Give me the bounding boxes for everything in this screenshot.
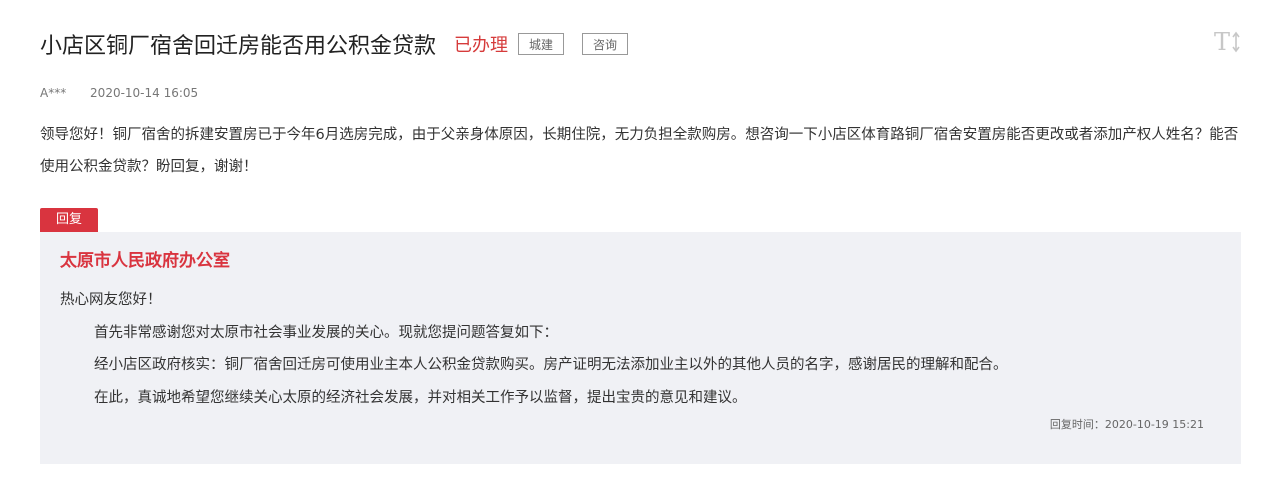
- reply-paragraph: 首先非常感谢您对太原市社会事业发展的关心。现就您提问题答复如下：: [94, 325, 558, 341]
- post-date: 2020-10-14 16:05: [90, 86, 199, 100]
- reply-paragraph: 经小店区政府核实：铜厂宿舍回迁房可使用业主本人公积金贷款购买。房产证明无法添加业…: [94, 357, 1008, 373]
- type-tag[interactable]: 咨询: [582, 33, 629, 55]
- reply-time: 回复时间：2020-10-19 15:21: [1049, 418, 1204, 431]
- font-size-icon: T: [1214, 28, 1240, 56]
- font-size-letter: T: [1214, 28, 1230, 56]
- category-tag[interactable]: 城建: [518, 33, 565, 55]
- reply-greeting: 热心网友您好！: [60, 292, 162, 308]
- reply-paragraph: 在此，真诚地希望您继续关心太原的经济社会发展，并对相关工作予以监督，提出宝贵的意…: [94, 390, 747, 406]
- font-size-toggle[interactable]: T: [1209, 27, 1245, 57]
- author-name: A***: [40, 86, 67, 100]
- reply-organization: 太原市人民政府办公室: [60, 251, 230, 271]
- page-title: 小店区铜厂宿舍回迁房能否用公积金贷款: [40, 34, 437, 59]
- status-label: 已办理: [454, 35, 509, 56]
- page: 小店区铜厂宿舍回迁房能否用公积金贷款 已办理 城建 咨询 T A*** 2020…: [0, 0, 1287, 504]
- reply-badge: 回复: [40, 208, 98, 232]
- question-header: 小店区铜厂宿舍回迁房能否用公积金贷款 已办理 城建 咨询 T: [40, 26, 1247, 62]
- question-meta: A*** 2020-10-14 16:05: [40, 86, 198, 100]
- reply-box: 太原市人民政府办公室 热心网友您好！ 首先非常感谢您对太原市社会事业发展的关心。…: [40, 232, 1241, 464]
- question-body: 领导您好！铜厂宿舍的拆建安置房已于今年6月选房完成，由于父亲身体原因，长期住院，…: [40, 127, 1239, 175]
